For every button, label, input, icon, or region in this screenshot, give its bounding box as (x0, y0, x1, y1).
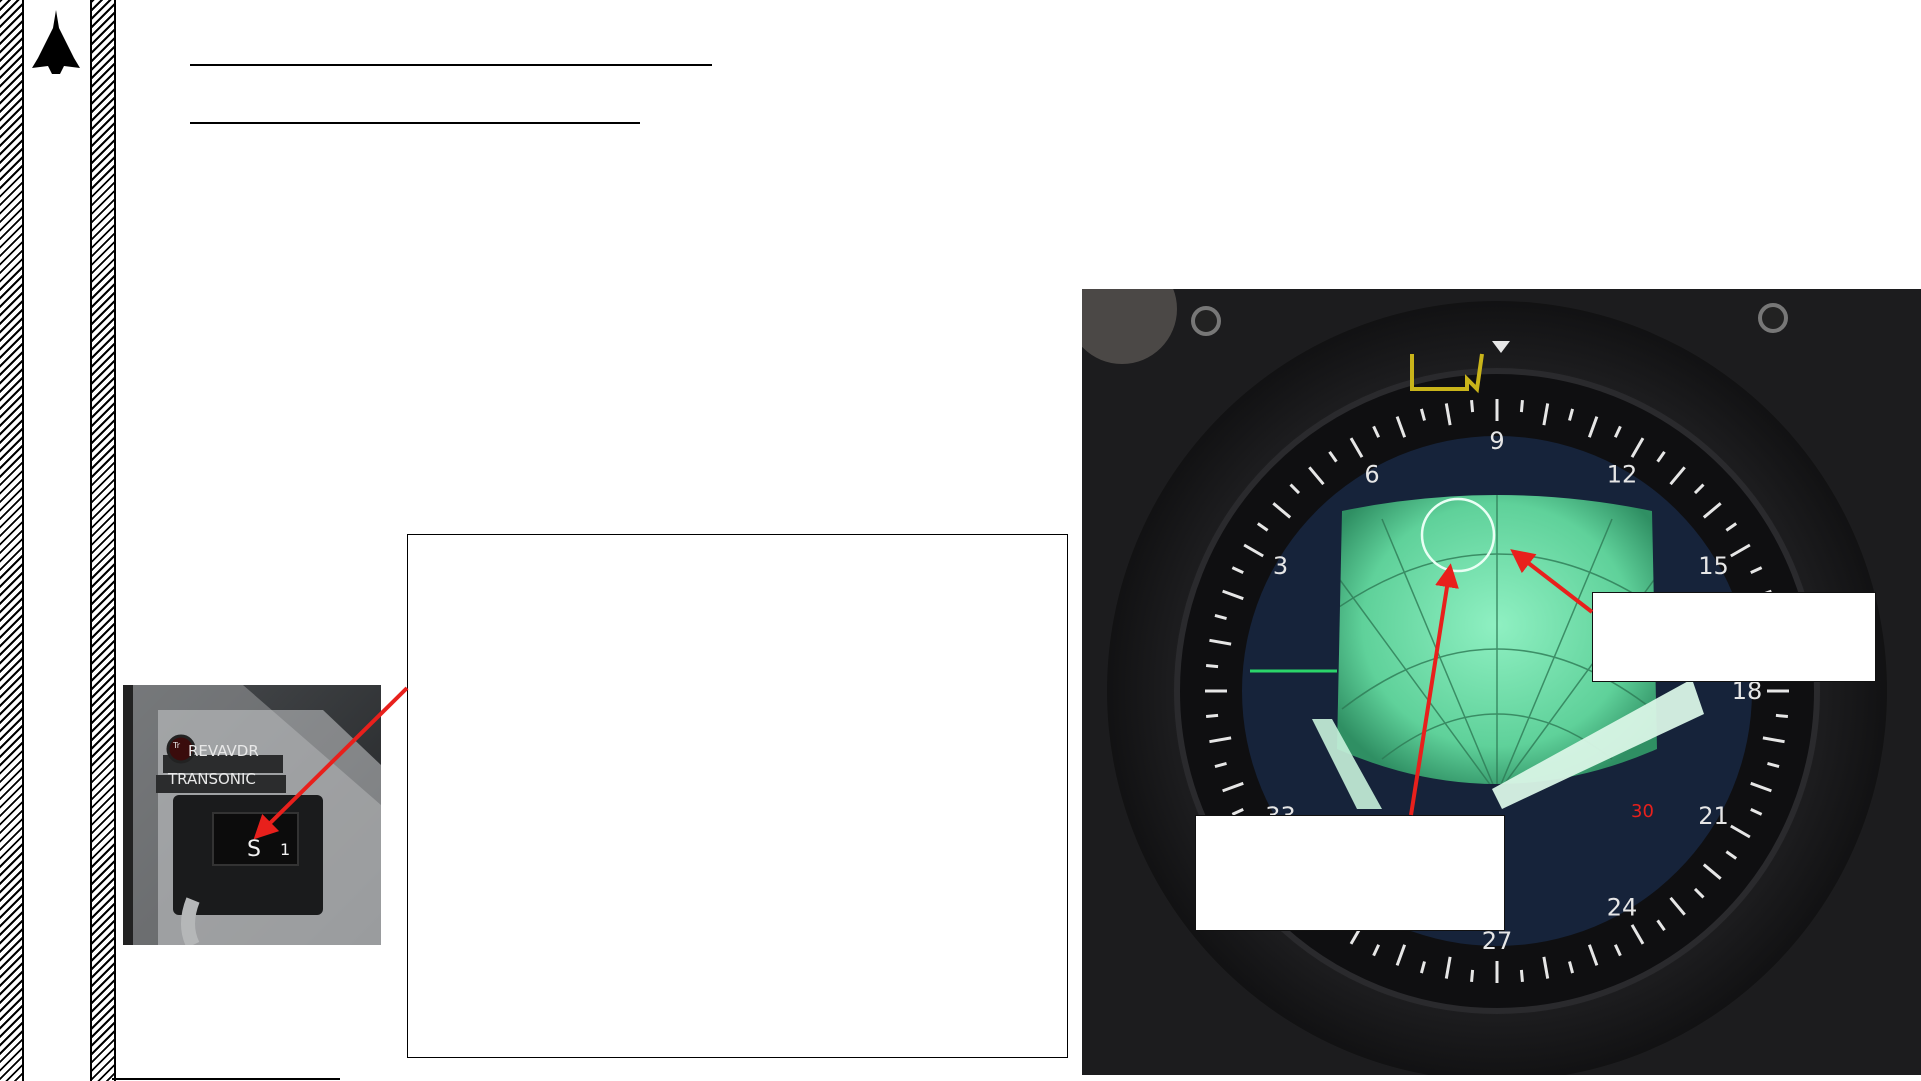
scale-label: 15 (1698, 552, 1729, 580)
scale-label: 3 (1273, 552, 1288, 580)
title-underline-secondary (190, 122, 640, 124)
scale-label: 9 (1489, 427, 1504, 455)
scale-tick (1470, 399, 1475, 413)
scale-tick (1775, 713, 1789, 718)
scale-tick (1470, 969, 1475, 983)
scale-tick (1205, 664, 1219, 669)
label-revavdr: REVAVDR (188, 742, 259, 760)
scale-tick (1519, 399, 1524, 413)
callout-box-target-circle (1195, 815, 1505, 931)
scale-label: 6 (1364, 460, 1379, 488)
counter-left-digit: S (247, 837, 261, 862)
description-text-box (407, 534, 1068, 1058)
counter-right-digit: 1 (280, 840, 290, 859)
footer-rule (112, 1078, 340, 1080)
aircraft-logo-icon (32, 10, 80, 74)
scale-label: 12 (1607, 460, 1638, 488)
scale-label: 21 (1698, 802, 1729, 830)
red-readout-label: 30 (1631, 801, 1654, 822)
transonic-panel-photo: REVAVDR TRANSONIC Tr S 1 (123, 685, 381, 945)
label-tr: Tr (172, 741, 181, 750)
callout-box-marker (1592, 592, 1876, 682)
hatched-border-left (0, 0, 24, 1081)
scale-label: 27 (1482, 927, 1513, 955)
scale-label: 24 (1607, 894, 1638, 922)
radar-display-photo: 3691215182124273033 30 (1082, 289, 1921, 1075)
scale-tick (1205, 713, 1219, 718)
scale-tick (1519, 969, 1524, 983)
label-transonic: TRANSONIC (167, 770, 256, 788)
hatched-border-right (90, 0, 116, 1081)
title-underline-primary (190, 64, 712, 66)
